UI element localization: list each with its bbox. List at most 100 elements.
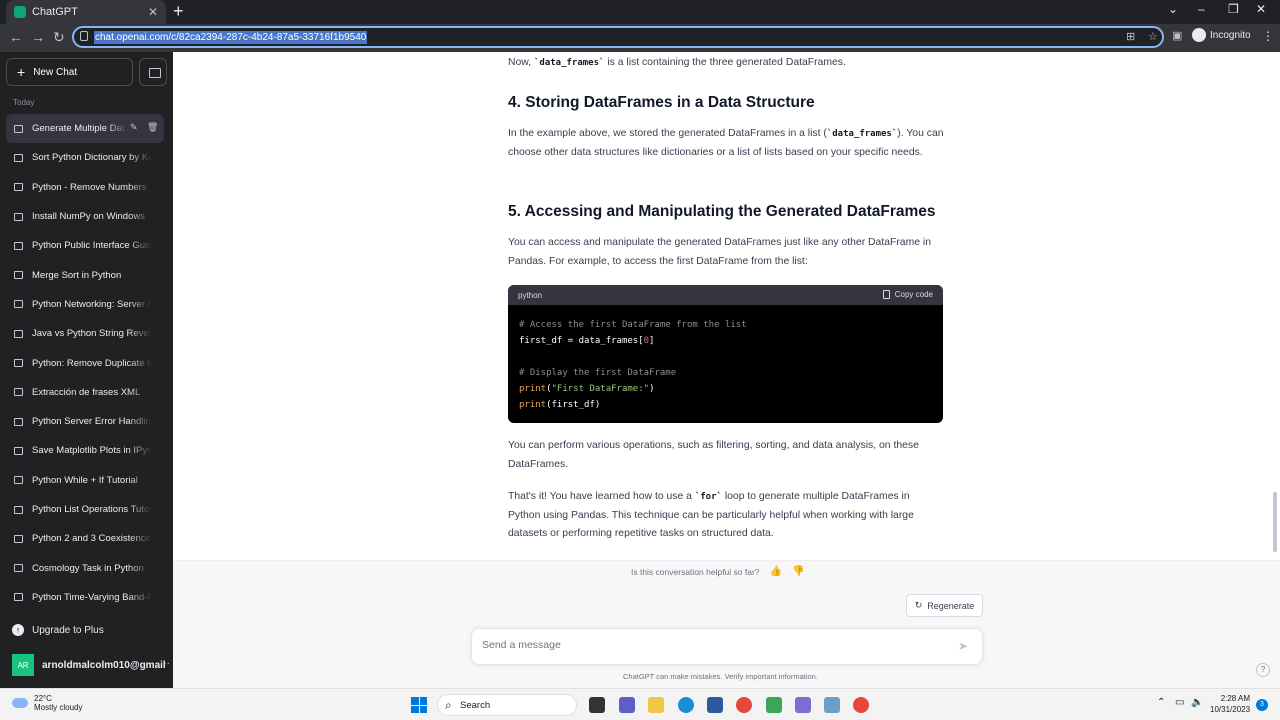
chat-bubble-icon [14,505,23,514]
plus-icon: + [17,64,26,80]
chat-item[interactable]: Merge Sort in Python [6,260,164,289]
message-composer: ➤ [471,628,983,665]
chat-bubble-icon [14,476,23,485]
back-icon[interactable]: ← [9,29,23,45]
chat-item[interactable]: Save Matplotlib Plots in IPyth [6,436,164,465]
chrome-icon[interactable] [853,697,869,713]
send-icon[interactable]: ➤ [958,639,968,653]
chat-item-label: Python List Operations Tutor [32,504,152,515]
forward-icon[interactable]: → [31,29,45,45]
chat-item-label: Python 2 and 3 Coexistence [32,533,151,545]
close-window-icon[interactable]: ✕ [1256,2,1266,16]
more-options-icon[interactable]: ··· [160,658,170,669]
edge-icon[interactable] [678,697,694,713]
chat-item[interactable]: Python Public Interface Guid [6,231,164,260]
chat-item[interactable]: Python Server Error Handling [6,407,164,436]
refresh-icon: ↻ [914,600,923,610]
help-button[interactable]: ? [1256,663,1270,677]
section-heading: 4. Storing DataFrames in a Data Structur… [508,94,815,111]
tab-search-icon[interactable]: ⌄ [1168,2,1178,16]
chat-item[interactable]: Python Time-Varying Band-P [6,583,164,612]
message-paragraph: You can access and manipulate the genera… [508,237,931,267]
edit-icon[interactable]: ✎ [130,122,138,133]
thumbs-down-icon[interactable]: 👎 [792,566,804,577]
weather-condition: Mostly cloudy [34,703,83,712]
code-text: first_df = data_frames[ [519,336,644,346]
sidebar-toggle-button[interactable] [139,58,167,86]
chat-item-label: Java vs Python String Revers [32,328,152,340]
chat-app-icon[interactable] [619,697,635,713]
windows-start-icon[interactable] [411,697,427,713]
address-bar[interactable]: chat.openai.com/c/82ca2394-287c-4b24-87a… [72,26,1164,48]
message-input[interactable] [482,639,942,651]
copy-code-button[interactable]: Copy code [882,290,933,299]
file-explorer-icon[interactable] [648,697,664,713]
date: 10/31/2023 [1210,705,1251,714]
bookmark-star-icon[interactable]: ☆ [1148,30,1158,43]
user-name: arnoldmalcolm010@gmail [42,659,166,671]
chevron-up-icon[interactable]: ⌃ [1157,697,1165,708]
app-icon[interactable] [795,697,811,713]
chat-bubble-icon [14,388,23,397]
url-text[interactable]: chat.openai.com/c/82ca2394-287c-4b24-87a… [94,30,368,44]
clock[interactable]: 2:28 AM 10/31/2023 [1210,693,1250,715]
new-tab-icon[interactable]: + [173,2,184,20]
new-chat-button[interactable]: + New Chat [6,58,133,86]
app-icon[interactable] [766,697,782,713]
upgrade-button[interactable]: ↑ Upgrade to Plus [12,624,104,636]
text: In the example above, we stored the gene… [508,128,827,139]
chat-item[interactable]: Python: Remove Duplicate El [6,348,164,377]
upgrade-arrow-icon: ↑ [12,624,24,636]
chat-item[interactable]: Extracción de frases XML [6,378,164,407]
incognito-indicator[interactable]: Incognito [1192,28,1251,42]
network-icon[interactable]: ▭ [1175,697,1184,708]
maximize-icon[interactable]: ❐ [1228,2,1239,16]
task-view-icon[interactable] [589,697,605,713]
feedback-prompt: Is this conversation helpful so far? 👍 👎 [631,566,804,577]
code-string: "First DataFrame:" [551,384,650,394]
chat-bubble-icon [14,534,23,543]
user-menu[interactable]: AR arnoldmalcolm010@gmail [12,654,166,676]
chat-item[interactable]: Generate Multiple Dat ✎ 🗑 [6,114,164,144]
volume-icon[interactable]: 🔈 [1191,697,1203,708]
chat-item[interactable]: Install NumPy on Windows [6,202,164,231]
chat-item[interactable]: Cosmology Task in Python [6,553,164,582]
tab-close-icon[interactable]: ✕ [148,5,158,19]
chat-item[interactable]: Python List Operations Tutor [6,495,164,524]
chat-item[interactable]: Sort Python Dictionary by Ke [6,143,164,172]
chat-item[interactable]: Python Networking: Server R [6,290,164,319]
chat-item-label: Extracción de frases XML [32,386,141,398]
store-icon[interactable] [707,697,723,713]
inline-code: `for` [694,492,722,502]
chat-item[interactable]: Python - Remove Numbers [6,173,164,202]
delete-icon[interactable]: 🗑 [147,122,158,133]
browser-tab[interactable]: ChatGPT ✕ [6,0,166,24]
chat-item-label: Install NumPy on Windows [32,211,145,223]
chat-bubble-icon [14,241,23,250]
chrome-icon[interactable] [736,697,752,713]
text: is a list containing the three generated… [604,57,846,68]
code-language: python [518,290,543,300]
regenerate-button[interactable]: ↻ Regenerate [906,594,983,617]
chat-item-label: Merge Sort in Python [32,269,122,281]
code-function: print [519,400,547,410]
minimize-icon[interactable]: – [1198,2,1205,16]
app-icon[interactable] [824,697,840,713]
avatar: AR [12,654,34,676]
install-app-icon[interactable]: ⊞ [1126,30,1135,43]
thumbs-up-icon[interactable]: 👍 [770,566,782,577]
scrollbar[interactable] [1273,492,1277,552]
sidebar: + New Chat Today Generate Multiple Dat ✎… [0,52,173,688]
section-heading: 5. Accessing and Manipulating the Genera… [508,203,936,220]
reload-icon[interactable]: ↻ [53,29,65,46]
chat-item[interactable]: Java vs Python String Revers [6,319,164,348]
taskbar-search[interactable]: Search [437,694,577,716]
weather-widget[interactable]: 22°C Mostly cloudy [12,694,82,712]
notification-badge[interactable]: 3 [1256,699,1268,711]
side-panel-icon[interactable]: ▣ [1172,29,1182,42]
chat-item[interactable]: Python 2 and 3 Coexistence [6,524,164,553]
message-paragraph: In the example above, we stored the gene… [508,125,944,162]
browser-menu-icon[interactable]: ⋮ [1262,29,1274,43]
chat-item-label: Sort Python Dictionary by Ke [32,152,152,164]
chat-item[interactable]: Python While + If Tutorial [6,466,164,495]
